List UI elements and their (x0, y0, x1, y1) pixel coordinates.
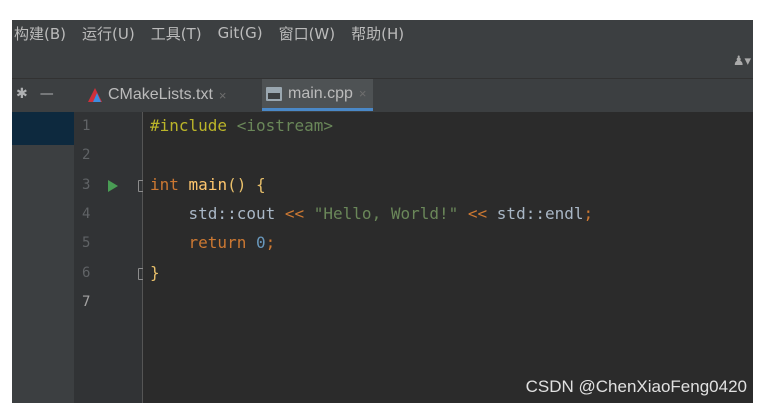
line-number: 6 (82, 264, 91, 281)
code-token: return (188, 233, 247, 253)
menu-window[interactable]: 窗口(W) (271, 23, 344, 44)
code-token: <iostream> (236, 116, 334, 135)
menu-tools[interactable]: 工具(T) (143, 23, 210, 44)
code-token: { (255, 174, 266, 194)
watermark: CSDN @ChenXiaoFeng0420 (525, 377, 747, 396)
code-token: "Hello, World!" (313, 203, 459, 223)
code-token: ; (583, 203, 594, 223)
menu-git[interactable]: Git(G) (210, 24, 271, 42)
cmake-icon (88, 88, 102, 102)
gear-icon[interactable]: ✱ (16, 86, 28, 102)
code-line: } (150, 263, 160, 282)
close-icon[interactable]: × (359, 86, 367, 101)
toolbar: ♟▾ (12, 46, 753, 79)
tab-main-cpp[interactable]: main.cpp × (262, 79, 373, 111)
close-icon[interactable]: × (219, 88, 227, 103)
code-token: main (188, 174, 228, 194)
line-number-gutter[interactable]: 1 2 3 4 5 6 7 (74, 112, 149, 403)
minimize-icon[interactable]: — (40, 86, 54, 102)
menu-build[interactable]: 构建(B) (12, 23, 74, 44)
cpp-file-icon (266, 86, 282, 101)
ide-window: 构建(B) 运行(U) 工具(T) Git(G) 窗口(W) 帮助(H) ♟▾ … (12, 20, 753, 403)
code-token: << (284, 203, 314, 223)
run-gutter-icon[interactable] (108, 179, 118, 192)
line-number: 4 (82, 205, 91, 222)
code-token: << (458, 203, 497, 223)
selected-project-item[interactable] (12, 112, 74, 145)
code-token: } (150, 262, 160, 282)
code-token: std::cout (150, 203, 285, 223)
code-token: int (150, 174, 179, 194)
code-line: int main() { (150, 175, 266, 194)
line-number: 1 (82, 118, 91, 134)
code-token: () (227, 174, 256, 194)
code-token: ; (265, 233, 276, 253)
user-icon[interactable]: ♟▾ (733, 54, 751, 69)
project-tool-buttons: ✱ — (16, 86, 54, 102)
menu-run[interactable]: 运行(U) (74, 23, 143, 44)
code-token: 0 (255, 233, 266, 253)
tab-cmakelists[interactable]: CMakeLists.txt × (88, 79, 227, 111)
line-number: 7 (82, 293, 91, 310)
code-line: return 0; (150, 233, 276, 253)
tab-label: main.cpp (288, 84, 353, 102)
menu-help[interactable]: 帮助(H) (343, 23, 412, 44)
line-number: 3 (82, 176, 91, 193)
editor-tab-bar: ✱ — CMakeLists.txt × main.cpp × (12, 79, 753, 113)
line-number: 2 (82, 147, 91, 164)
code-line: std::cout << "Hello, World!" << std::end… (150, 203, 594, 223)
project-panel (12, 112, 75, 403)
code-line: #include <iostream> (150, 116, 333, 135)
code-editor[interactable]: #include <iostream>int main() { std::cou… (143, 112, 753, 403)
code-token: std::endl (496, 203, 584, 223)
line-number: 5 (82, 235, 91, 252)
menu-bar: 构建(B) 运行(U) 工具(T) Git(G) 窗口(W) 帮助(H) (12, 20, 753, 46)
tab-label: CMakeLists.txt (108, 86, 213, 103)
code-token: #include (150, 116, 228, 135)
